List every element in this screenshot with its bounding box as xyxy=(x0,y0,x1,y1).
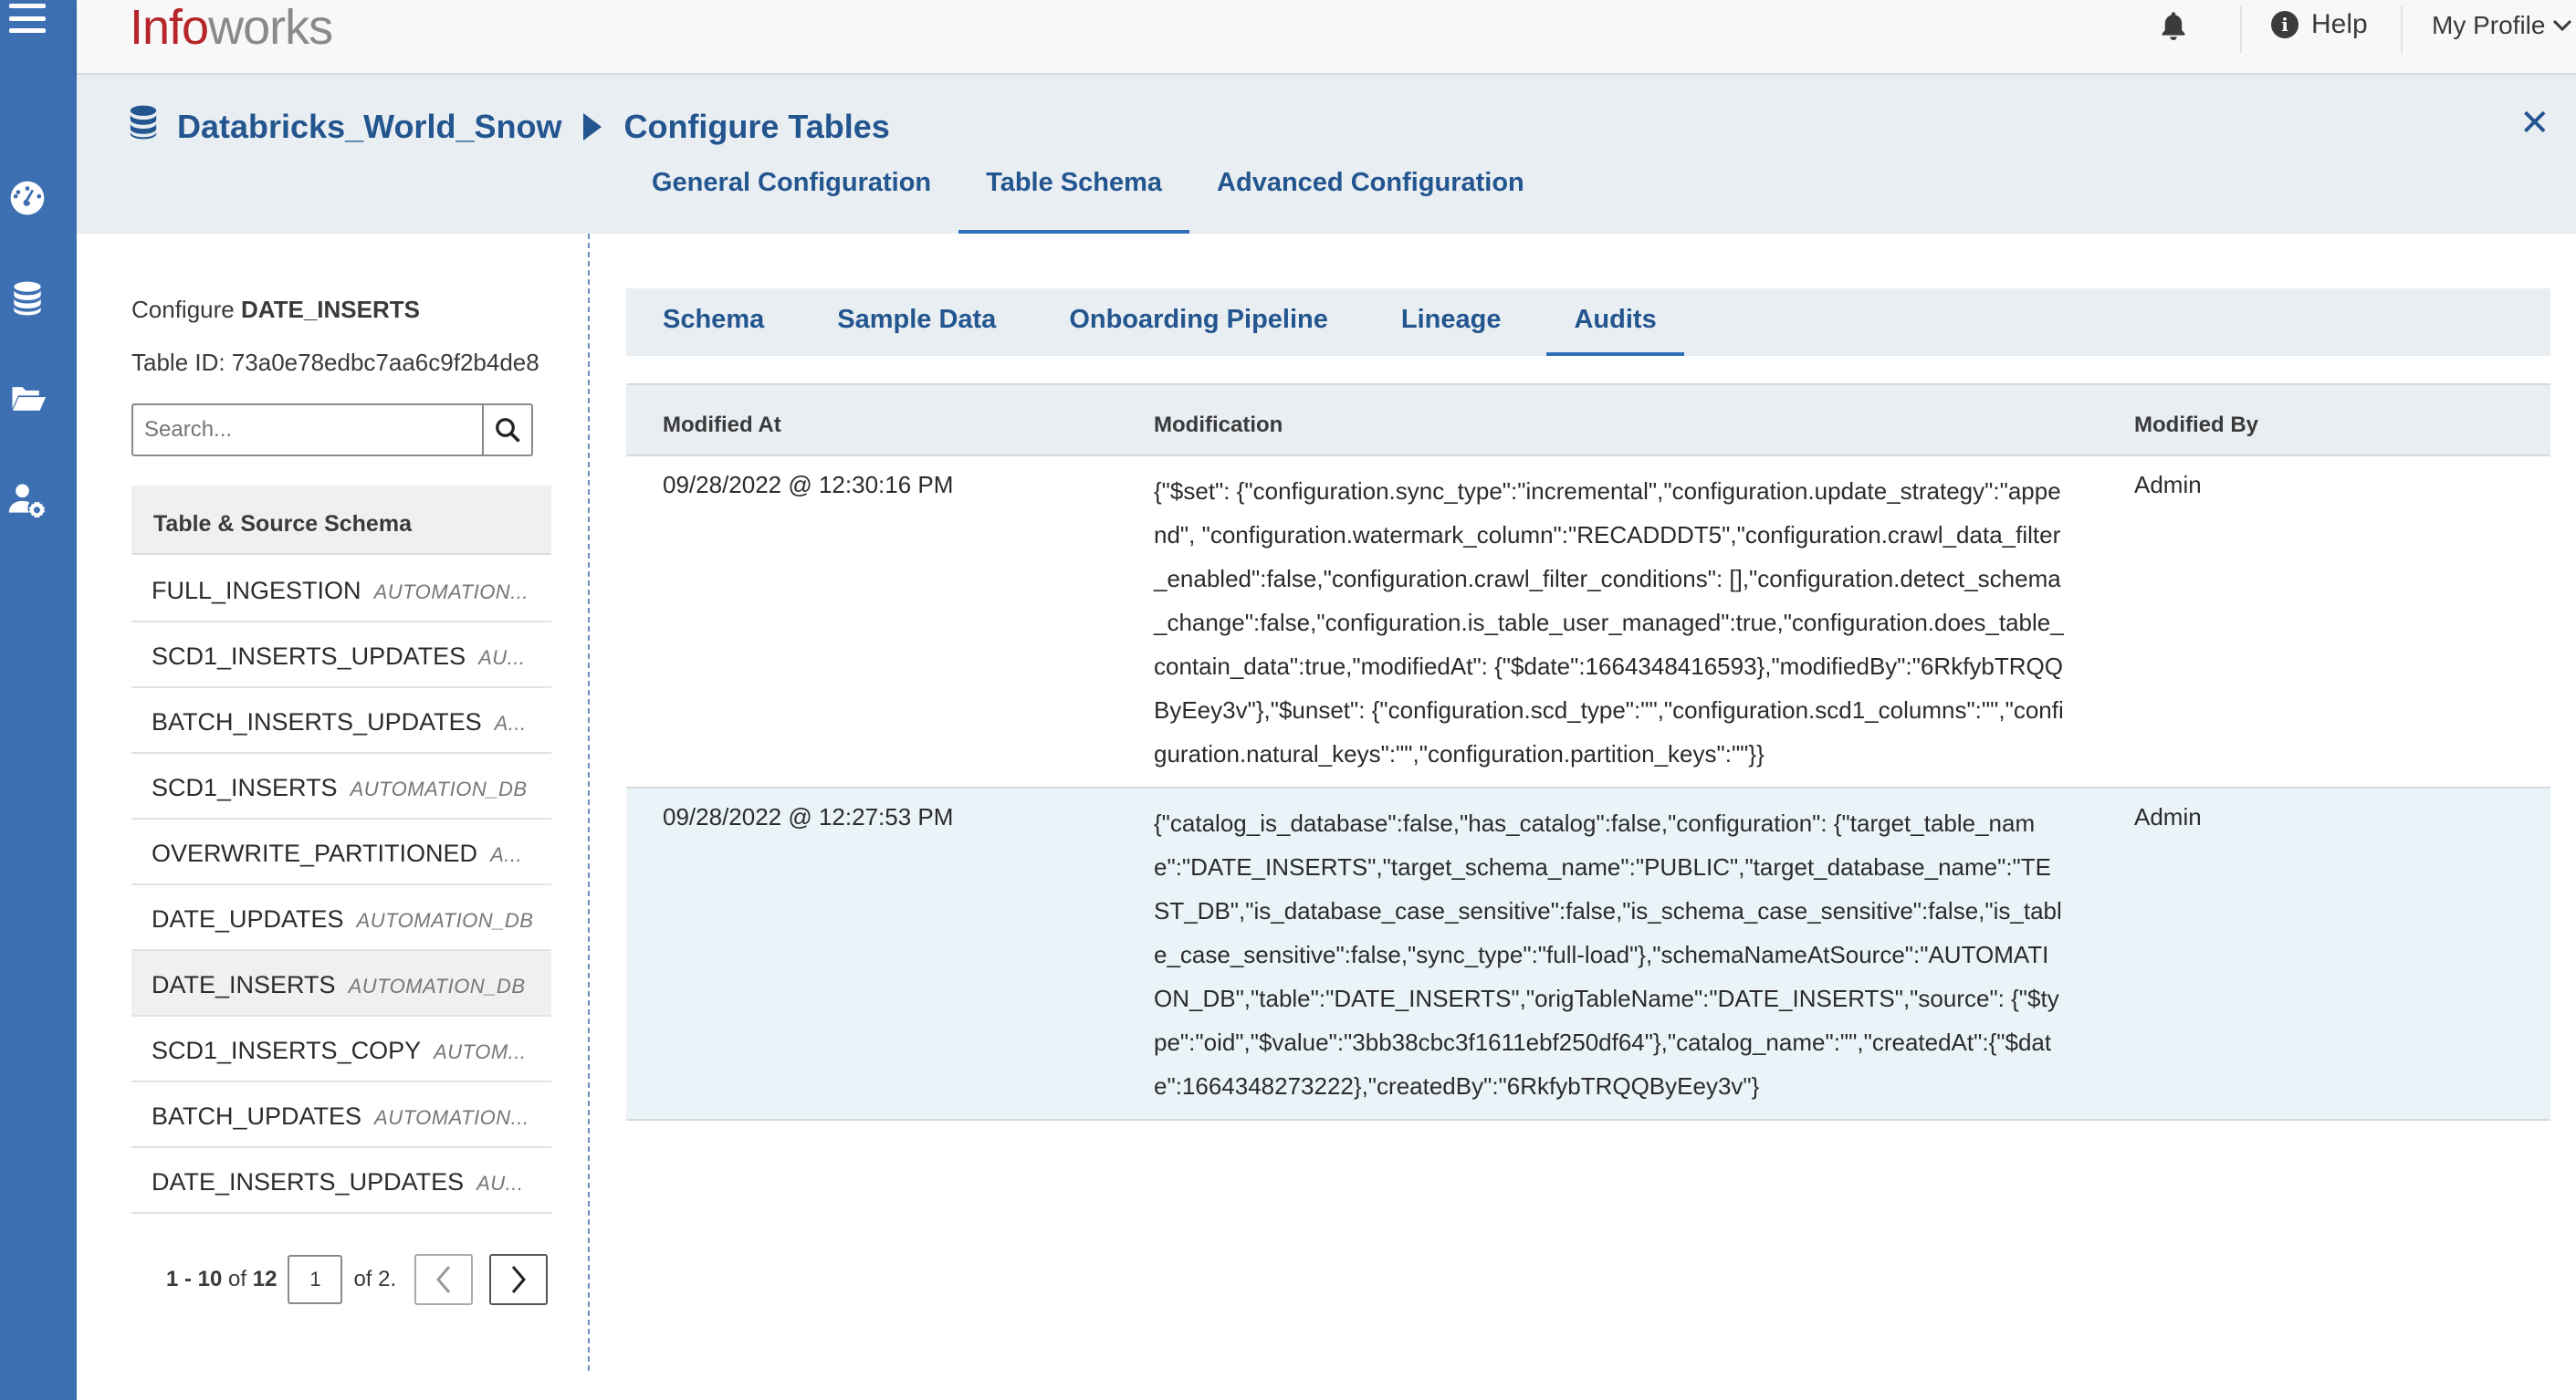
list-item[interactable]: FULL_INGESTION AUTOMATION... xyxy=(131,557,551,622)
list-item[interactable]: SCD1_INSERTS_UPDATES AU... xyxy=(131,622,551,688)
modified-at-cell: 09/28/2022 @ 12:27:53 PM xyxy=(663,803,954,831)
database-icon[interactable] xyxy=(0,276,55,321)
user-settings-icon[interactable] xyxy=(0,476,55,522)
chevron-down-icon xyxy=(2553,19,2572,32)
audits-table: Modified At Modification Modified By 09/… xyxy=(626,383,2550,1121)
tab-general-configuration[interactable]: General Configuration xyxy=(624,168,958,234)
modification-cell: {"$set": {"configuration.sync_type":"inc… xyxy=(1154,477,2064,768)
tab-onboarding-pipeline[interactable]: Onboarding Pipeline xyxy=(1042,288,1356,356)
list-item[interactable]: DATE_INSERTS_UPDATES AU... xyxy=(131,1148,551,1214)
list-item[interactable]: OVERWRITE_PARTITIONED A... xyxy=(131,820,551,885)
table-id: Table ID: 73a0e78edbc7aa6c9f2b4de8 xyxy=(131,349,539,376)
chevron-right-icon xyxy=(512,1266,527,1293)
database-icon xyxy=(128,104,159,149)
list-item[interactable]: SCD1_INSERTS AUTOMATION_DB xyxy=(131,754,551,820)
header-divider xyxy=(2401,5,2403,53)
tab-table-schema[interactable]: Table Schema xyxy=(958,168,1189,234)
table-header: Modified At Modification Modified By xyxy=(626,383,2550,456)
panel-divider xyxy=(588,234,590,1371)
list-header: Table & Source Schema xyxy=(131,486,551,555)
main-tabs: General Configuration Table Schema Advan… xyxy=(624,168,1552,234)
table-row: 09/28/2022 @ 12:30:16 PM {"$set": {"conf… xyxy=(626,456,2550,789)
modified-by-cell: Admin xyxy=(2134,803,2202,831)
tab-audits[interactable]: Audits xyxy=(1546,288,1684,356)
list-item[interactable]: BATCH_UPDATES AUTOMATION... xyxy=(131,1082,551,1148)
search-button[interactable] xyxy=(482,405,531,454)
column-modified-by[interactable]: Modified By xyxy=(2134,413,2258,438)
side-rail xyxy=(0,0,77,1400)
header-divider xyxy=(2240,5,2242,53)
pagination: 1 - 10 of 12 1 of 2. xyxy=(166,1254,549,1305)
tab-sample-data[interactable]: Sample Data xyxy=(810,288,1023,356)
page-number-input[interactable]: 1 xyxy=(288,1255,343,1304)
next-page-button[interactable] xyxy=(489,1254,549,1305)
search-input[interactable] xyxy=(133,405,482,454)
folder-open-icon[interactable] xyxy=(0,376,55,422)
sub-tabs: Schema Sample Data Onboarding Pipeline L… xyxy=(626,288,2550,356)
list-item[interactable]: DATE_UPDATES AUTOMATION_DB xyxy=(131,885,551,951)
top-header: Infoworks i Help My Profile xyxy=(77,0,2576,75)
tab-schema[interactable]: Schema xyxy=(635,288,791,356)
breadcrumb-caret-right-icon xyxy=(583,112,602,141)
table-list: FULL_INGESTION AUTOMATION... SCD1_INSERTS… xyxy=(131,557,551,1214)
help-link[interactable]: i Help xyxy=(2271,9,2368,40)
modified-by-cell: Admin xyxy=(2134,471,2202,498)
search-icon xyxy=(496,418,520,443)
configure-label: Configure DATE_INSERTS xyxy=(131,296,420,323)
list-item[interactable]: SCD1_INSERTS_COPY AUTOM... xyxy=(131,1017,551,1082)
breadcrumb-source[interactable]: Databricks_World_Snow xyxy=(177,108,561,146)
tab-advanced-configuration[interactable]: Advanced Configuration xyxy=(1189,168,1552,234)
list-item[interactable]: BATCH_INSERTS_UPDATES A... xyxy=(131,688,551,754)
my-profile-menu[interactable]: My Profile xyxy=(2432,11,2572,40)
modification-cell: {"catalog_is_database":false,"has_catalo… xyxy=(1154,810,2062,1100)
prev-page-button[interactable] xyxy=(414,1254,474,1305)
table-search xyxy=(131,403,533,456)
tab-lineage[interactable]: Lineage xyxy=(1374,288,1529,356)
menu-icon[interactable] xyxy=(7,0,47,40)
infoworks-logo[interactable]: Infoworks xyxy=(130,0,333,55)
notification-bell-icon[interactable] xyxy=(2158,9,2194,46)
list-item-selected[interactable]: DATE_INSERTS AUTOMATION_DB xyxy=(131,951,551,1017)
chevron-left-icon xyxy=(436,1266,451,1293)
column-modified-at[interactable]: Modified At xyxy=(663,413,781,438)
breadcrumb: Databricks_World_Snow Configure Tables xyxy=(128,104,890,149)
table-row: 09/28/2022 @ 12:27:53 PM {"catalog_is_da… xyxy=(626,789,2550,1121)
column-modification[interactable]: Modification xyxy=(1154,413,1283,438)
close-icon[interactable]: ✕ xyxy=(2519,102,2550,144)
dashboard-gauge-icon[interactable] xyxy=(0,175,55,221)
page-title: Configure Tables xyxy=(623,107,890,145)
page-header: Databricks_World_Snow Configure Tables ✕… xyxy=(77,75,2576,234)
modified-at-cell: 09/28/2022 @ 12:30:16 PM xyxy=(663,471,954,498)
info-icon: i xyxy=(2271,11,2299,38)
